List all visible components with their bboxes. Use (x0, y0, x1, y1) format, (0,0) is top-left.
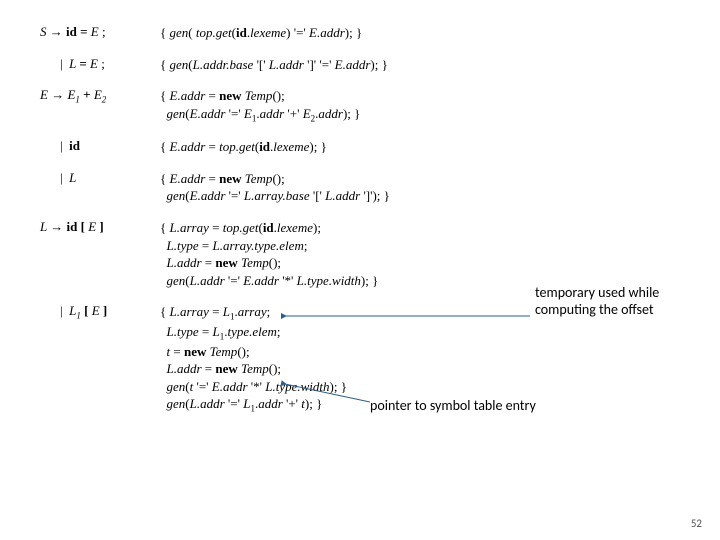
production-sem: { gen( top.get(id.lexeme) '=' E.addr); } (160, 24, 680, 42)
annotation-symtab-pointer: pointer to symbol table entry (370, 398, 630, 415)
arrow-icon (280, 310, 540, 330)
production-sem: { gen(L.addr.base '[' L.addr ']' '=' E.a… (160, 56, 680, 74)
production-lhs: S → id = E ; (40, 24, 160, 40)
production-sem: { L.array = top.get(id.lexeme); L.type =… (160, 219, 680, 289)
production-lhs: L → id [ E ] (40, 219, 160, 235)
production-sem: { E.addr = new Temp(); gen(E.addr '=' E1… (160, 87, 680, 124)
production-sem: { E.addr = top.get(id.lexeme); } (160, 138, 680, 156)
sdd-grammar-block: S → id = E ; { gen( top.get(id.lexeme) '… (40, 24, 680, 429)
production-lhs: | L = E ; (40, 56, 160, 72)
production-lhs: | L1 [ E ] (40, 303, 160, 321)
production-lhs: | L (40, 170, 160, 186)
production-lhs: | id (40, 138, 160, 154)
annotation-temp-offset: temporary used while computing the offse… (535, 285, 685, 319)
page-number: 52 (691, 517, 702, 530)
production-sem: { E.addr = new Temp(); gen(E.addr '=' L.… (160, 170, 680, 205)
arrow-icon (280, 378, 380, 408)
production-lhs: E → E1 + E2 (40, 87, 160, 105)
